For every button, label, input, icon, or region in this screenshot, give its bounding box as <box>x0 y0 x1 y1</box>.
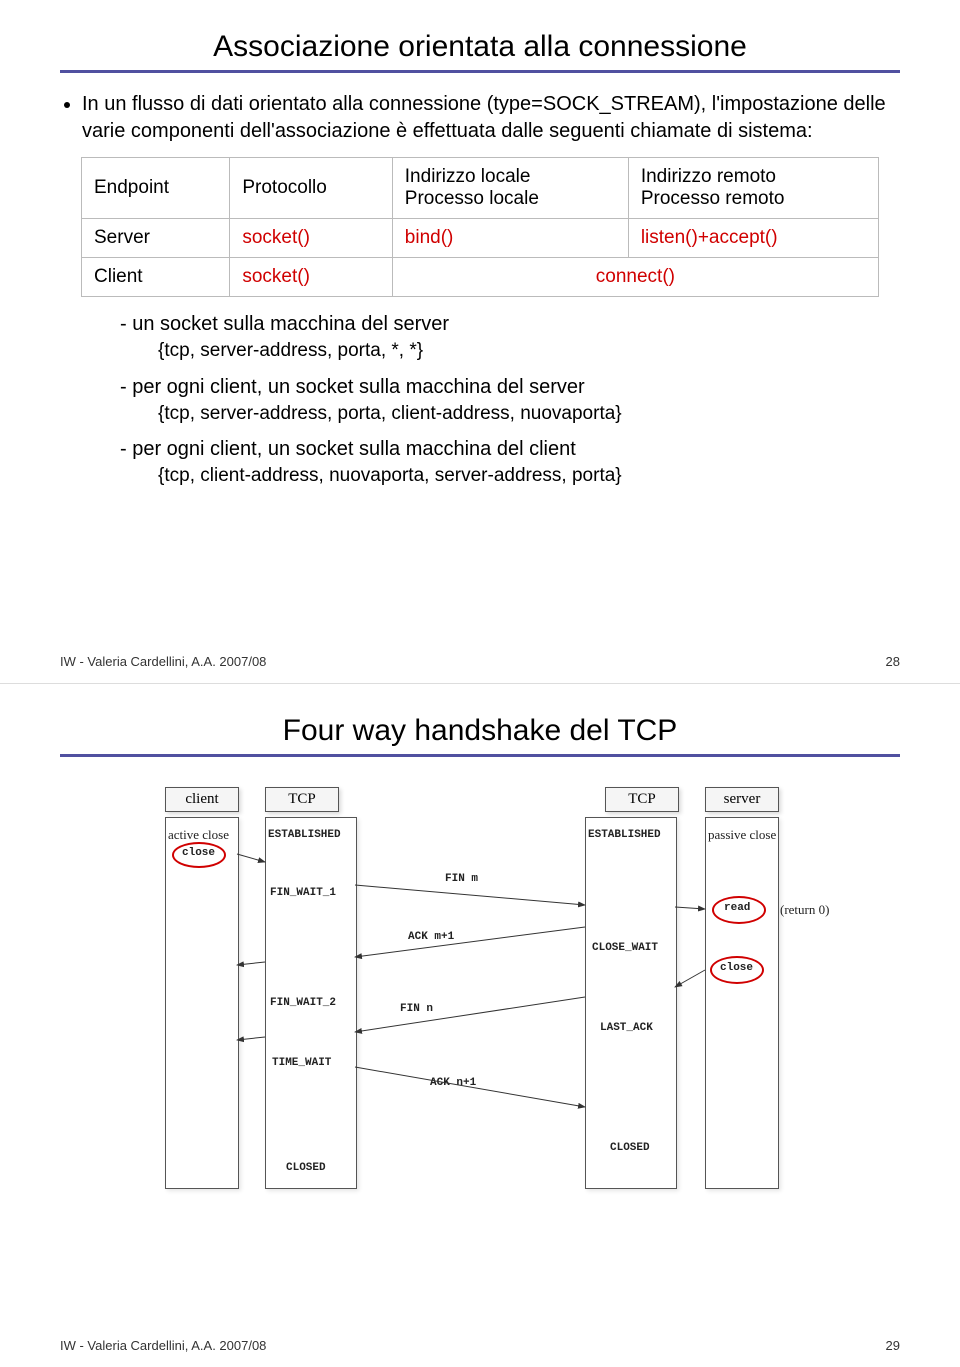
txt-finn: FIN n <box>400 1003 433 1015</box>
txt-passive-close: passive close <box>708 827 776 843</box>
td-socket1: socket() <box>230 219 392 258</box>
txt-closed2: CLOSED <box>610 1142 650 1154</box>
txt-finm: FIN m <box>445 873 478 885</box>
td-client: Client <box>82 258 230 297</box>
desc-2-text: - per ogni client, un socket sulla macch… <box>120 374 900 401</box>
bullet-list: In un flusso di dati orientato alla conn… <box>82 91 900 145</box>
th-local: Indirizzo locale Processo locale <box>392 158 628 219</box>
txt-finwait1: FIN_WAIT_1 <box>270 887 336 899</box>
td-socket2: socket() <box>230 258 392 297</box>
desc-1-sub: {tcp, server-address, porta, *, *} <box>158 338 900 364</box>
handshake-diagram: client TCP TCP server active close close… <box>110 787 850 1217</box>
td-bind: bind() <box>392 219 628 258</box>
circle-close2 <box>710 956 764 984</box>
association-table: Endpoint Protocollo Indirizzo locale Pro… <box>81 157 879 297</box>
txt-closed1: CLOSED <box>286 1162 326 1174</box>
lane-client <box>165 817 239 1189</box>
col-tcp2: TCP <box>605 787 679 812</box>
footer-right: 28 <box>886 654 900 669</box>
txt-closewait: CLOSE_WAIT <box>592 942 658 954</box>
footer-left: IW - Valeria Cardellini, A.A. 2007/08 <box>60 654 266 669</box>
txt-active-close: active close <box>168 827 229 843</box>
desc-2-sub: {tcp, server-address, porta, client-addr… <box>158 401 900 427</box>
desc-3-sub: {tcp, client-address, nuovaporta, server… <box>158 463 900 489</box>
slide-2: Four way handshake del TCP client TCP TC… <box>0 683 960 1367</box>
td-connect: connect() <box>392 258 878 297</box>
col-server: server <box>705 787 779 812</box>
td-server: Server <box>82 219 230 258</box>
footer-2: IW - Valeria Cardellini, A.A. 2007/08 29 <box>60 1338 900 1353</box>
txt-est1: ESTABLISHED <box>268 829 341 841</box>
slide2-title: Four way handshake del TCP <box>60 714 900 748</box>
title-rule <box>60 70 900 73</box>
footer-left-2: IW - Valeria Cardellini, A.A. 2007/08 <box>60 1338 266 1353</box>
title-rule-2 <box>60 754 900 757</box>
txt-est2: ESTABLISHED <box>588 829 661 841</box>
txt-ackm1: ACK m+1 <box>408 931 454 943</box>
desc-1: - un socket sulla macchina del server {t… <box>120 311 900 364</box>
slide1-title: Associazione orientata alla connessione <box>60 30 900 64</box>
txt-timewait: TIME_WAIT <box>272 1057 331 1069</box>
th-endpoint: Endpoint <box>82 158 230 219</box>
slide-1: Associazione orientata alla connessione … <box>0 0 960 683</box>
txt-return0: (return 0) <box>780 902 829 918</box>
desc-3-text: - per ogni client, un socket sulla macch… <box>120 436 900 463</box>
desc-3: - per ogni client, un socket sulla macch… <box>120 436 900 489</box>
bullet-1: In un flusso di dati orientato alla conn… <box>82 91 900 145</box>
txt-ackn1: ACK n+1 <box>430 1077 476 1089</box>
circle-close1 <box>172 842 226 868</box>
table-row: Server socket() bind() listen()+accept() <box>82 219 879 258</box>
footer-1: IW - Valeria Cardellini, A.A. 2007/08 28 <box>60 654 900 669</box>
col-tcp1: TCP <box>265 787 339 812</box>
txt-finwait2: FIN_WAIT_2 <box>270 997 336 1009</box>
th-remote: Indirizzo remoto Processo remoto <box>628 158 878 219</box>
desc-2: - per ogni client, un socket sulla macch… <box>120 374 900 427</box>
txt-lastack: LAST_ACK <box>600 1022 653 1034</box>
th-protocollo: Protocollo <box>230 158 392 219</box>
circle-read <box>712 896 766 924</box>
table-row: Endpoint Protocollo Indirizzo locale Pro… <box>82 158 879 219</box>
td-listen: listen()+accept() <box>628 219 878 258</box>
lane-server <box>705 817 779 1189</box>
footer-right-2: 29 <box>886 1338 900 1353</box>
table-row: Client socket() connect() <box>82 258 879 297</box>
desc-1-text: - un socket sulla macchina del server <box>120 311 900 338</box>
socket-descriptions: - un socket sulla macchina del server {t… <box>120 311 900 489</box>
col-client: client <box>165 787 239 812</box>
lane-tcp2 <box>585 817 677 1189</box>
